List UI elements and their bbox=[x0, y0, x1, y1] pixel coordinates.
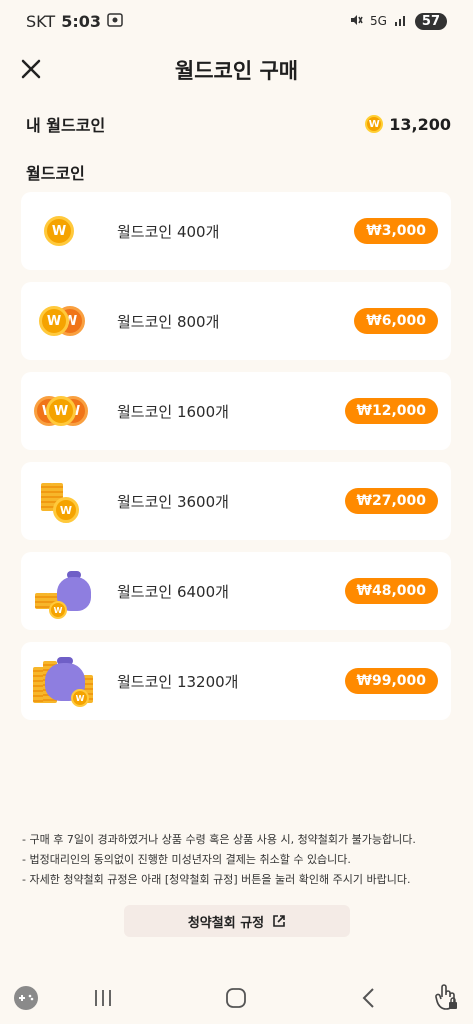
recent-apps-button[interactable] bbox=[90, 984, 116, 1012]
product-item[interactable]: W 월드코인 6400개 ₩48,000 bbox=[21, 552, 451, 630]
mute-icon bbox=[349, 13, 363, 30]
back-button[interactable] bbox=[356, 984, 382, 1012]
product-item[interactable]: W 월드코인 13200개 ₩99,000 bbox=[21, 642, 451, 720]
screen-record-icon bbox=[107, 12, 123, 31]
refund-notes: - 구매 후 7일이 경과하였거나 상품 수령 혹은 상품 사용 시, 청약철회… bbox=[22, 830, 455, 890]
note-line: - 자세한 청약철회 규정은 아래 [청약철회 규정] 버튼을 눌러 확인해 주… bbox=[22, 873, 411, 886]
product-name: 월드코인 3600개 bbox=[117, 492, 229, 511]
clock: 5:03 bbox=[61, 11, 101, 31]
status-bar: SKT 5:03 5G 57 bbox=[0, 0, 473, 42]
product-name: 월드코인 13200개 bbox=[117, 672, 239, 691]
coin-stack-icon: W bbox=[33, 471, 113, 531]
product-name: 월드코인 400개 bbox=[117, 222, 220, 241]
price-button[interactable]: ₩6,000 bbox=[354, 308, 438, 334]
product-item[interactable]: W W 월드코인 800개 ₩6,000 bbox=[21, 282, 451, 360]
two-coins-icon: W W bbox=[33, 291, 113, 351]
price-button[interactable]: ₩48,000 bbox=[344, 578, 438, 604]
product-name: 월드코인 800개 bbox=[117, 312, 220, 331]
external-link-icon bbox=[273, 915, 285, 927]
home-icon bbox=[226, 988, 246, 1008]
home-button[interactable] bbox=[222, 984, 250, 1012]
note-line: - 법정대리인의 동의없이 진행한 미성년자의 결제는 취소할 수 있습니다. bbox=[22, 853, 351, 866]
product-item[interactable]: W 월드코인 400개 ₩3,000 bbox=[21, 192, 451, 270]
section-title: 월드코인 bbox=[26, 164, 85, 183]
price-button[interactable]: ₩27,000 bbox=[344, 488, 438, 514]
network-label: 5G bbox=[369, 14, 387, 28]
three-coins-icon: W W W bbox=[33, 381, 113, 441]
balance-amount: 13,200 bbox=[389, 114, 451, 134]
system-nav-bar bbox=[0, 972, 473, 1024]
coin-icon: W bbox=[365, 115, 384, 133]
price-button[interactable]: ₩12,000 bbox=[344, 398, 438, 424]
refund-policy-button[interactable]: 청약철회 규정 bbox=[124, 905, 350, 937]
money-bag-icon: W bbox=[33, 561, 113, 621]
product-item[interactable]: W 월드코인 3600개 ₩27,000 bbox=[21, 462, 451, 540]
battery-indicator: 57 bbox=[414, 12, 447, 30]
header: 월드코인 구매 bbox=[0, 48, 473, 92]
signal-icon bbox=[394, 14, 408, 29]
gamepad-icon bbox=[14, 986, 38, 1010]
big-money-bag-icon: W bbox=[33, 651, 113, 711]
game-launcher-button[interactable] bbox=[12, 984, 40, 1012]
back-icon bbox=[362, 988, 374, 1008]
price-button[interactable]: ₩3,000 bbox=[354, 218, 438, 244]
balance-label: 내 월드코인 bbox=[26, 116, 106, 135]
price-button[interactable]: ₩99,000 bbox=[344, 668, 438, 694]
recent-apps-icon bbox=[95, 990, 111, 1006]
product-item[interactable]: W W W 월드코인 1600개 ₩12,000 bbox=[21, 372, 451, 450]
refund-policy-label: 청약철회 규정 bbox=[187, 915, 265, 931]
single-coin-icon: W bbox=[33, 201, 113, 261]
close-icon bbox=[21, 59, 41, 79]
close-button[interactable] bbox=[18, 54, 44, 84]
note-line: - 구매 후 7일이 경과하였거나 상품 수령 혹은 상품 사용 시, 청약철회… bbox=[22, 833, 416, 846]
touch-lock-button[interactable] bbox=[432, 982, 462, 1012]
hand-lock-icon bbox=[435, 984, 457, 1010]
product-name: 월드코인 1600개 bbox=[117, 402, 229, 421]
page-title: 월드코인 구매 bbox=[174, 59, 299, 83]
balance-row: 내 월드코인 W 13,200 bbox=[26, 112, 451, 136]
product-name: 월드코인 6400개 bbox=[117, 582, 229, 601]
carrier-label: SKT bbox=[26, 11, 56, 31]
